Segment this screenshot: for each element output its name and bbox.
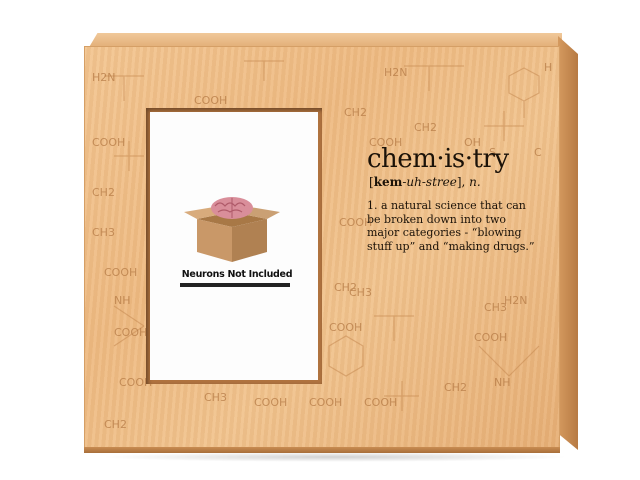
pattern-label: COOH bbox=[104, 266, 137, 279]
pattern-label: COOH bbox=[309, 396, 342, 409]
pattern-label: CH2 bbox=[92, 186, 115, 199]
pattern-label: COOH bbox=[474, 331, 507, 344]
caption-strip bbox=[180, 283, 290, 287]
definition-word: chem·is·try bbox=[367, 144, 509, 174]
pron-rest: -uh-stree bbox=[402, 175, 457, 189]
pattern-label: COOH bbox=[194, 94, 227, 107]
definition-pronunciation: [kem-uh-stree], n. bbox=[369, 175, 537, 189]
pattern-label: CH2 bbox=[104, 418, 127, 431]
pattern-label: COOH bbox=[114, 326, 147, 339]
frame-shadow bbox=[100, 452, 570, 462]
photo-caption: Neurons Not Included bbox=[181, 269, 293, 280]
pattern-label: COOH bbox=[254, 396, 287, 409]
definition-meaning: 1. a natural science that can be broken … bbox=[367, 199, 535, 253]
pattern-label: COOH bbox=[364, 396, 397, 409]
pattern-label: CH2 bbox=[414, 121, 437, 134]
pattern-label: H2N bbox=[384, 66, 408, 79]
pattern-label: CH2 bbox=[344, 106, 367, 119]
pattern-label: H2N bbox=[92, 71, 116, 84]
pattern-label: CH3 bbox=[92, 226, 115, 239]
brain-in-box-illustration bbox=[184, 197, 280, 262]
pattern-label: H2N bbox=[504, 294, 528, 307]
pattern-label: CH3 bbox=[349, 286, 372, 299]
pattern-label: NH bbox=[494, 376, 511, 389]
pattern-label: CH2 bbox=[444, 381, 467, 394]
pattern-label: NH bbox=[114, 294, 131, 307]
picture-frame-scene: H2N COOH CH2 CH3 COOH NH COOH COOH CH2 C… bbox=[0, 0, 640, 480]
pron-stressed: kem bbox=[373, 175, 403, 189]
pron-close: ], bbox=[456, 175, 466, 189]
chemistry-definition: chem·is·try [kem-uh-stree], n. 1. a natu… bbox=[367, 143, 537, 253]
pattern-label: COOH bbox=[92, 136, 125, 149]
pattern-label: H bbox=[544, 61, 552, 74]
pattern-label: COOH bbox=[329, 321, 362, 334]
part-of-speech: n. bbox=[469, 175, 481, 189]
frame-side-edge bbox=[558, 36, 578, 450]
pattern-label: CH3 bbox=[204, 391, 227, 404]
